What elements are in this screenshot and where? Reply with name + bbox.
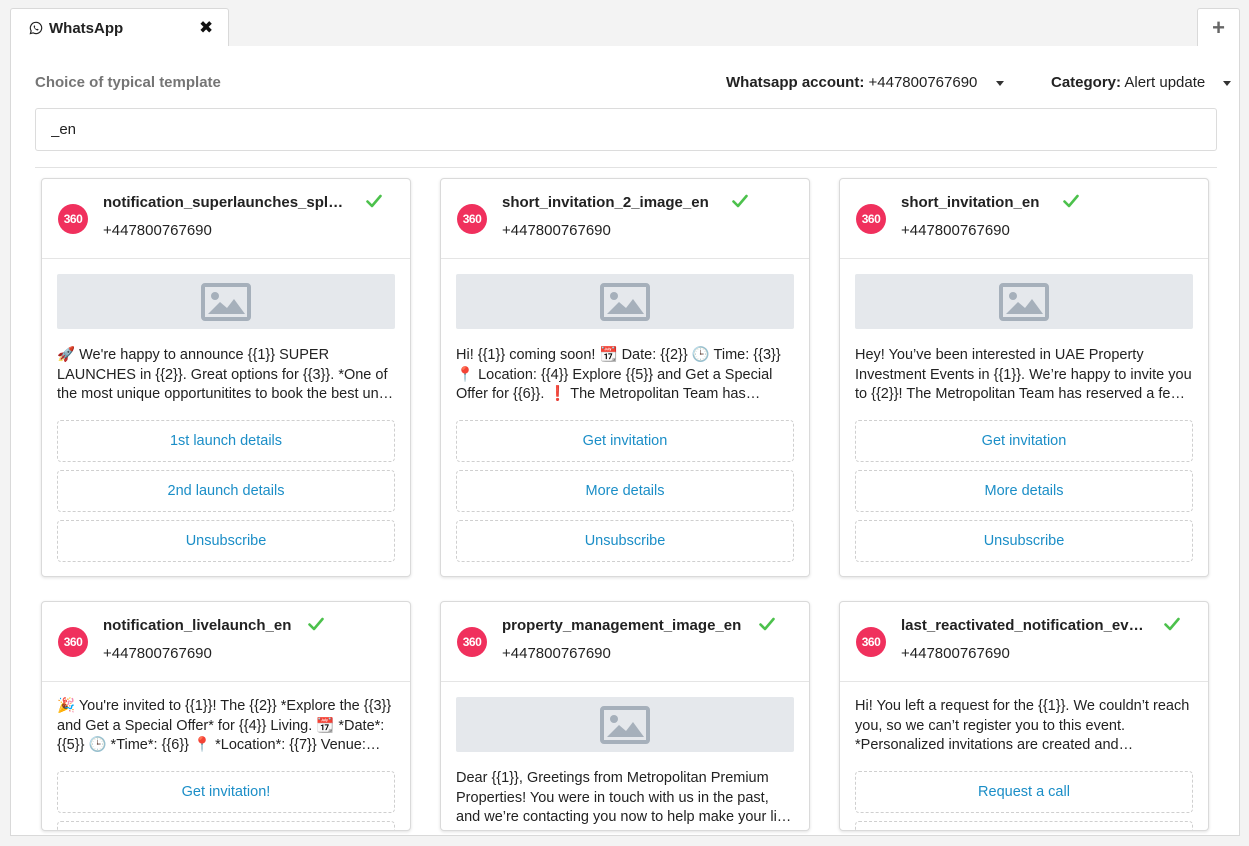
template-text: 🎉 You're invited to {{1}}! The {{2}} *Ex… [57, 698, 392, 753]
tab-whatsapp[interactable]: WhatsApp ✖ [10, 8, 229, 47]
template-text: 🚀 We're happy to announce {{1}} SUPER LA… [57, 347, 388, 402]
image-placeholder [456, 274, 794, 329]
template-button[interactable]: Unsubscribe [855, 520, 1193, 562]
template-phone: +447800767690 [103, 222, 212, 239]
card-body: Hi! {{1}} coming soon! 📆 Date: {{2}} 🕒 T… [441, 259, 809, 562]
card-header: 360 property_management_image_en +44780076… [441, 602, 809, 682]
approved-check-icon [308, 617, 324, 631]
template-card[interactable]: 360 short_invitation_2_image_en +447800767… [440, 178, 810, 577]
account-value: +447800767690 [868, 74, 978, 91]
template-button[interactable]: Unsubscribe [456, 520, 794, 562]
image-placeholder-icon [999, 282, 1049, 321]
tab-strip: WhatsApp ✖ + [10, 8, 1240, 47]
card-body: Dear {{1}}, Greetings from Metropolitan … [441, 682, 809, 830]
template-button[interactable]: Unsubscribe [855, 821, 1193, 830]
image-placeholder [57, 274, 395, 329]
card-body: Hey! You’ve been interested in UAE Prope… [840, 259, 1208, 562]
account-label: Whatsapp account: [726, 74, 865, 91]
chevron-down-icon [1223, 80, 1232, 86]
template-button[interactable]: Get invitation [855, 420, 1193, 462]
template-picker-panel: Choice of typical template Whatsapp acco… [10, 46, 1240, 836]
image-placeholder-icon [600, 282, 650, 321]
template-phone: +447800767690 [901, 645, 1010, 662]
avatar: 360 [457, 204, 487, 234]
close-tab-icon[interactable]: ✖ [199, 19, 213, 36]
card-header: 360 short_invitation_en +447800767690 [840, 179, 1208, 259]
category-value: Alert update [1124, 74, 1206, 91]
template-text: Dear {{1}}, Greetings from Metropolitan … [456, 770, 789, 825]
template-button[interactable]: 1st launch details [57, 420, 395, 462]
category-dropdown[interactable]: Category: Alert update [1051, 74, 1232, 91]
page-title: Choice of typical template [35, 74, 221, 91]
whatsapp-account-dropdown[interactable]: Whatsapp account: +447800767690 [726, 74, 1004, 91]
divider [35, 167, 1217, 168]
template-card[interactable]: 360 property_management_image_en +44780076… [440, 601, 810, 831]
template-name: notification_superlaunches_split_en [103, 194, 347, 211]
template-text: Hi! {{1}} coming soon! 📆 Date: {{2}} 🕒 T… [456, 347, 781, 402]
card-body: Hi! You left a request for the {{1}}. We… [840, 682, 1208, 830]
card-body: 🎉 You're invited to {{1}}! The {{2}} *Ex… [42, 682, 410, 830]
approved-check-icon [366, 194, 382, 208]
template-button[interactable]: Get invitation! [57, 771, 395, 813]
avatar: 360 [856, 204, 886, 234]
template-text: Hey! You’ve been interested in UAE Prope… [855, 347, 1192, 402]
template-card[interactable]: 360 notification_livelaunch_en +4478007676… [41, 601, 411, 831]
card-header: 360 notification_superlaunches_split_en +4… [42, 179, 410, 259]
category-label: Category: [1051, 74, 1122, 91]
image-placeholder [456, 697, 794, 752]
template-phone: +447800767690 [502, 645, 611, 662]
image-placeholder-icon [201, 282, 251, 321]
template-button[interactable]: More details [855, 470, 1193, 512]
tab-title: WhatsApp [49, 20, 124, 37]
image-placeholder-icon [600, 705, 650, 744]
add-tab-button[interactable]: + [1197, 8, 1240, 47]
card-header: 360 last_reactivated_notification_event_e… [840, 602, 1208, 682]
avatar: 360 [58, 627, 88, 657]
template-button[interactable]: More details [456, 470, 794, 512]
template-card[interactable]: 360 last_reactivated_notification_event_e… [839, 601, 1209, 831]
card-header: 360 short_invitation_2_image_en +447800767… [441, 179, 809, 259]
template-name: short_invitation_2_image_en [502, 194, 709, 211]
search-input[interactable] [35, 108, 1217, 151]
template-phone: +447800767690 [502, 222, 611, 239]
template-phone: +447800767690 [103, 645, 212, 662]
template-button[interactable]: Unsubscribe [57, 520, 395, 562]
chevron-down-icon [995, 80, 1004, 86]
template-button[interactable]: 2nd launch details [57, 470, 395, 512]
approved-check-icon [1063, 194, 1079, 208]
avatar: 360 [457, 627, 487, 657]
card-header: 360 notification_livelaunch_en +4478007676… [42, 602, 410, 682]
template-button[interactable]: Request a call [855, 771, 1193, 813]
template-button[interactable]: Get invitation [456, 420, 794, 462]
template-phone: +447800767690 [901, 222, 1010, 239]
avatar: 360 [58, 204, 88, 234]
card-body: 🚀 We're happy to announce {{1}} SUPER LA… [42, 259, 410, 562]
template-name: short_invitation_en [901, 194, 1040, 211]
template-name: last_reactivated_notification_event_en [901, 617, 1145, 634]
approved-check-icon [732, 194, 748, 208]
approved-check-icon [1164, 617, 1180, 631]
template-button[interactable]: More details [57, 821, 395, 830]
template-name: property_management_image_en [502, 617, 742, 634]
template-text: Hi! You left a request for the {{1}}. We… [855, 698, 1190, 753]
template-name: notification_livelaunch_en [103, 617, 292, 634]
image-placeholder [855, 274, 1193, 329]
template-card[interactable]: 360 notification_superlaunches_split_en +4… [41, 178, 411, 577]
template-card[interactable]: 360 short_invitation_en +447800767690 Hey! … [839, 178, 1209, 577]
whatsapp-icon [29, 21, 43, 35]
avatar: 360 [856, 627, 886, 657]
approved-check-icon [759, 617, 775, 631]
